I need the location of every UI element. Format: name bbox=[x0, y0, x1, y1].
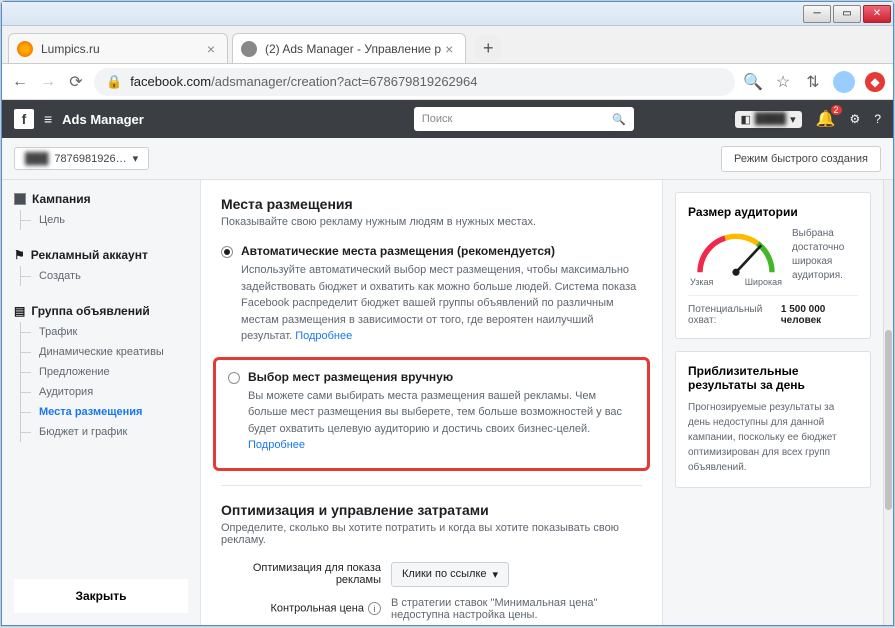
notif-badge: 2 bbox=[831, 105, 842, 115]
extension-badge-icon[interactable]: ◆ bbox=[865, 72, 885, 92]
window-maximize-button[interactable]: ▭ bbox=[833, 5, 861, 23]
card-title: Приблизительные результаты за день bbox=[688, 364, 858, 392]
search-icon[interactable]: 🔍 bbox=[743, 72, 763, 92]
audience-size-card: Размер аудитории УзкаяШирок bbox=[675, 192, 871, 339]
tab-title: Lumpics.ru bbox=[41, 42, 100, 56]
section-subtitle: Определите, сколько вы хотите потратить … bbox=[221, 522, 642, 546]
reach-value: 1 500 000 человек bbox=[781, 304, 858, 326]
account-switcher[interactable]: ◧ ████ ▾ bbox=[735, 111, 802, 128]
info-icon[interactable]: i bbox=[368, 602, 381, 615]
scrollbar-thumb[interactable] bbox=[885, 330, 892, 510]
search-placeholder: Поиск bbox=[422, 113, 452, 125]
learn-more-link[interactable]: Подробнее bbox=[295, 330, 352, 342]
help-icon[interactable]: ? bbox=[874, 112, 881, 126]
window-titlebar: ─ ▭ ✕ bbox=[2, 2, 893, 26]
daily-results-card: Приблизительные результаты за день Прогн… bbox=[675, 351, 871, 488]
nav-item-goal[interactable]: Цель bbox=[20, 210, 200, 230]
option-label: Выбор мест размещения вручную bbox=[248, 370, 453, 384]
url-domain: facebook.com bbox=[130, 74, 211, 89]
option-description: Вы можете сами выбирать места размещения… bbox=[248, 388, 635, 454]
menu-icon[interactable]: ≡ bbox=[44, 111, 52, 127]
nav-item-create[interactable]: Создать bbox=[20, 266, 200, 286]
option-label: Автоматические места размещения (рекомен… bbox=[241, 244, 555, 258]
facebook-header: f ≡ Ads Manager Поиск 🔍 ◧ ████ ▾ 🔔2 ⚙ ? bbox=[2, 100, 893, 138]
back-button[interactable]: ← bbox=[10, 72, 30, 92]
lock-icon: 🔒 bbox=[106, 74, 122, 90]
nav-section-campaign[interactable]: Кампания bbox=[14, 192, 200, 206]
sub-header: ███ 7876981926… ▾ Режим быстрого создани… bbox=[2, 138, 893, 180]
delivery-optimization-dropdown[interactable]: Клики по ссылке ▾ bbox=[391, 562, 509, 587]
card-description: Прогнозируемые результаты за день недост… bbox=[688, 400, 858, 475]
extension-icon[interactable]: ⇅ bbox=[803, 72, 823, 92]
tab-title: (2) Ads Manager - Управление р bbox=[265, 42, 441, 56]
gauge-icon bbox=[691, 227, 781, 277]
scrollbar[interactable] bbox=[883, 180, 893, 625]
search-input[interactable]: Поиск 🔍 bbox=[414, 107, 634, 131]
facebook-logo-icon[interactable]: f bbox=[14, 109, 34, 129]
close-tab-icon[interactable]: × bbox=[441, 41, 457, 57]
list-icon: ▤ bbox=[14, 304, 25, 318]
settings-icon[interactable]: ⚙ bbox=[850, 112, 861, 126]
account-id: 7876981926… bbox=[54, 153, 126, 165]
profile-avatar[interactable] bbox=[833, 71, 855, 93]
flag-icon bbox=[14, 248, 25, 262]
radio-icon[interactable] bbox=[228, 372, 240, 384]
section-title-optimization: Оптимизация и управление затратами bbox=[221, 502, 642, 518]
nav-item-placements[interactable]: Места размещения bbox=[20, 402, 200, 422]
address-bar[interactable]: 🔒 facebook.com/adsmanager/creation?act=6… bbox=[94, 68, 735, 96]
window-minimize-button[interactable]: ─ bbox=[803, 5, 831, 23]
notifications-icon[interactable]: 🔔2 bbox=[816, 109, 836, 129]
tab-lumpics[interactable]: Lumpics.ru × bbox=[8, 33, 228, 63]
learn-more-link[interactable]: Подробнее bbox=[248, 439, 305, 451]
nav-item-budget-schedule[interactable]: Бюджет и график bbox=[20, 422, 200, 442]
quick-creation-button[interactable]: Режим быстрого создания bbox=[721, 146, 881, 172]
option-description: Используйте автоматический выбор мест ра… bbox=[241, 262, 642, 345]
checkbox-icon bbox=[14, 193, 26, 205]
nav-item-offer[interactable]: Предложение bbox=[20, 362, 200, 382]
reach-label: Потенциальный охват: bbox=[688, 304, 781, 326]
browser-tabs: Lumpics.ru × (2) Ads Manager - Управлени… bbox=[2, 26, 893, 64]
nav-item-dynamic-creatives[interactable]: Динамические креативы bbox=[20, 342, 200, 362]
placement-option-auto[interactable]: Автоматические места размещения (рекомен… bbox=[221, 244, 642, 258]
right-sidebar: Размер аудитории УзкаяШирок bbox=[663, 180, 883, 625]
star-icon[interactable]: ☆ bbox=[773, 72, 793, 92]
card-title: Размер аудитории bbox=[688, 205, 858, 219]
browser-toolbar: ← → ⟳ 🔒 facebook.com/adsmanager/creation… bbox=[2, 64, 893, 100]
forward-button[interactable]: → bbox=[38, 72, 58, 92]
section-title-placements: Места размещения bbox=[221, 196, 642, 212]
audience-summary: Выбрана достаточно широкая аудитория. bbox=[792, 227, 858, 287]
ad-account-selector[interactable]: ███ 7876981926… ▾ bbox=[14, 147, 149, 170]
left-nav: Кампания Цель Рекламный аккаунт Создать … bbox=[2, 180, 200, 625]
main-content: Места размещения Показывайте свою реклам… bbox=[200, 180, 663, 625]
nav-section-adset[interactable]: ▤Группа объявлений bbox=[14, 304, 200, 318]
search-icon: 🔍 bbox=[612, 113, 626, 126]
control-price-label: Контрольная ценаi bbox=[221, 602, 381, 615]
control-price-description: В стратегии ставок "Минимальная цена" не… bbox=[391, 597, 611, 621]
close-button[interactable]: Закрыть bbox=[14, 579, 188, 613]
product-title: Ads Manager bbox=[62, 112, 144, 127]
close-tab-icon[interactable]: × bbox=[203, 41, 219, 57]
nav-section-adaccount[interactable]: Рекламный аккаунт bbox=[14, 248, 200, 262]
favicon-icon bbox=[241, 41, 257, 57]
delivery-optimization-label: Оптимизация для показа рекламы bbox=[221, 562, 381, 586]
window-close-button[interactable]: ✕ bbox=[863, 5, 891, 23]
section-subtitle: Показывайте свою рекламу нужным людям в … bbox=[221, 216, 642, 228]
placement-option-manual[interactable]: Выбор мест размещения вручную bbox=[228, 370, 635, 384]
nav-item-audience[interactable]: Аудитория bbox=[20, 382, 200, 402]
highlighted-option: Выбор мест размещения вручную Вы можете … bbox=[213, 357, 650, 471]
new-tab-button[interactable]: + bbox=[474, 34, 502, 62]
divider bbox=[221, 485, 642, 486]
nav-item-traffic[interactable]: Трафик bbox=[20, 322, 200, 342]
radio-icon[interactable] bbox=[221, 246, 233, 258]
url-path: /adsmanager/creation?act=678679819262964 bbox=[211, 74, 477, 89]
favicon-icon bbox=[17, 41, 33, 57]
tab-ads-manager[interactable]: (2) Ads Manager - Управление р × bbox=[232, 33, 466, 63]
reload-button[interactable]: ⟳ bbox=[66, 72, 86, 92]
